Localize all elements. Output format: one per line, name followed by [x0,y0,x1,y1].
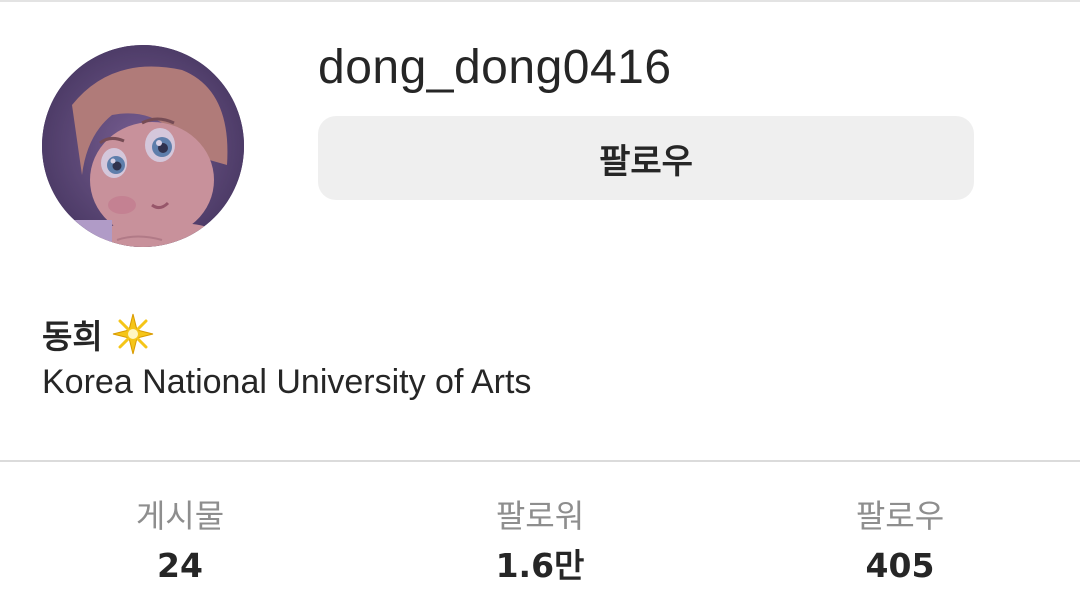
stat-following[interactable]: 팔로우 405 [720,490,1080,590]
display-name-row: 동희 [42,310,155,358]
top-divider [0,0,1080,2]
avatar-illustration [42,45,244,247]
stat-value: 24 [157,546,203,585]
stat-label: 게시물 [135,497,225,535]
display-name: 동희 [42,317,103,356]
follow-button[interactable]: 팔로우 [318,116,974,200]
stats-divider [0,460,1080,462]
stat-label: 팔로워 [495,497,585,535]
sparkle-icon [111,312,155,356]
profile-bio: Korea National University of Arts [42,363,532,401]
stat-posts[interactable]: 게시물 24 [0,490,360,590]
profile-username: dong_dong0416 [318,41,672,94]
profile-stats: 게시물 24 팔로워 1.6만 팔로우 405 [0,490,1080,590]
stat-value: 1.6만 [495,546,585,585]
stat-value: 405 [865,546,935,585]
stat-label: 팔로우 [855,497,945,535]
stat-followers[interactable]: 팔로워 1.6만 [360,490,720,590]
avatar[interactable] [42,45,244,247]
